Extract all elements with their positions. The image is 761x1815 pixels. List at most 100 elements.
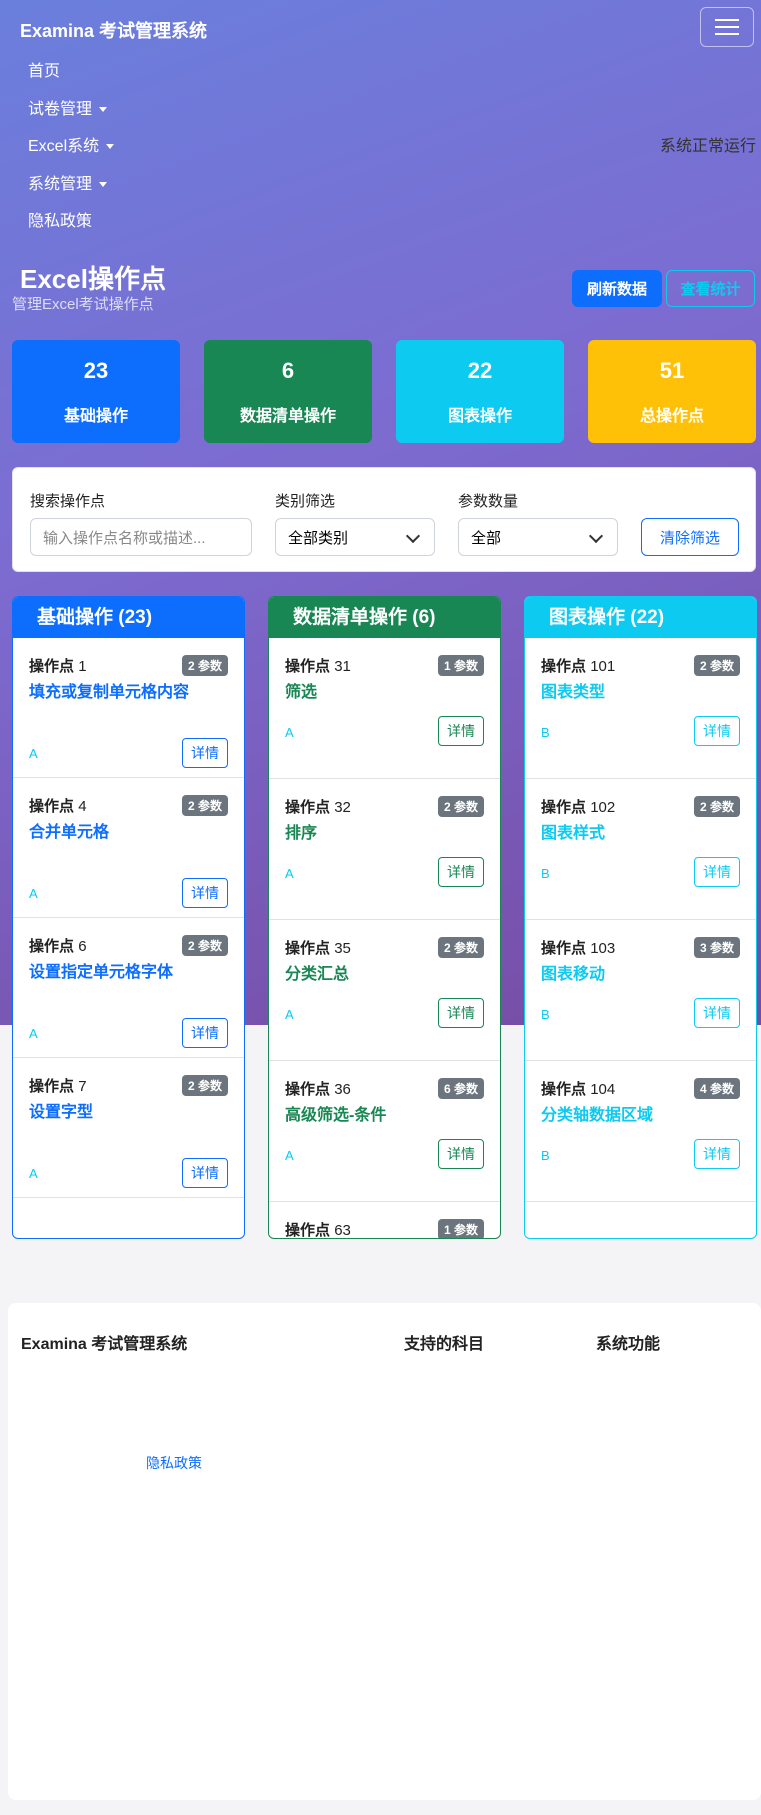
footer-privacy-link[interactable]: 隐私政策 xyxy=(146,1453,202,1473)
column-header: 数据清单操作 (6) xyxy=(269,597,500,638)
params-badge: 2 参数 xyxy=(437,796,484,817)
stat-value: 22 xyxy=(467,358,493,383)
search-input[interactable]: 输入操作点名称或描述... xyxy=(30,518,252,556)
operation-prefix: 操作点 xyxy=(29,658,75,675)
params-badge: 3 参数 xyxy=(693,937,740,958)
nav-system[interactable]: 系统管理 xyxy=(28,170,108,194)
operation-name: 合并单元格 xyxy=(29,824,110,841)
detail-button[interactable]: 详情 xyxy=(438,857,484,887)
operation-code: 操作点 31 xyxy=(285,655,351,676)
view-stats-button[interactable]: 查看统计 xyxy=(666,270,755,307)
operation-card: 操作点 104 4 参数 分类轴数据区域 B 详情 xyxy=(525,1061,756,1202)
operation-code: 操作点 1 xyxy=(29,655,87,676)
system-status-text: 系统正常运行 xyxy=(660,138,757,155)
operation-card: 操作点 4 2 参数 合并单元格 A 详情 xyxy=(13,778,244,918)
operation-prefix: 操作点 xyxy=(541,658,587,675)
params-badge: 2 参数 xyxy=(181,795,228,816)
operation-code: 操作点 32 xyxy=(285,796,351,817)
stat-label: 总操作点 xyxy=(639,408,704,425)
detail-button[interactable]: 详情 xyxy=(694,1139,740,1169)
page-subtitle: 管理Excel考试操作点 xyxy=(12,296,154,313)
detail-button[interactable]: 详情 xyxy=(182,738,228,768)
operation-prefix: 操作点 xyxy=(285,799,331,816)
stat-label: 图表操作 xyxy=(447,408,512,425)
stat-card-data-list: 6 数据清单操作 xyxy=(204,340,372,443)
stat-card-total: 51 总操作点 xyxy=(588,340,756,443)
operation-card: 操作点 7 2 参数 设置字型 A 详情 xyxy=(13,1058,244,1198)
params-badge: 6 参数 xyxy=(437,1078,484,1099)
nav-privacy[interactable]: 隐私政策 xyxy=(28,207,92,231)
refresh-button[interactable]: 刷新数据 xyxy=(572,270,662,307)
operation-prefix: 操作点 xyxy=(541,799,587,816)
params-badge: 2 参数 xyxy=(693,655,740,676)
operation-name: 填充或复制单元格内容 xyxy=(29,684,190,701)
params-badge: 2 参数 xyxy=(437,937,484,958)
nav-excel[interactable]: Excel系统 xyxy=(28,132,115,156)
brand-logo[interactable]: Examina 考试管理系统 xyxy=(20,17,207,43)
params-badge: 1 参数 xyxy=(437,1219,484,1238)
operation-code: 操作点 104 xyxy=(541,1078,615,1099)
operation-card: 操作点 101 2 参数图表类型 B 详情 xyxy=(525,638,756,779)
params-select[interactable]: 全部 xyxy=(458,518,618,556)
operation-column: 数据清单操作 (6) 操作点 31 1 参数 筛选 A 详情 操作点 32 2 参数 排序 A 详情… xyxy=(268,596,501,1239)
filter-card: 搜索操作点 输入操作点名称或描述... 类别筛选 全部类别 参数数量 全部 清除… xyxy=(12,467,756,572)
operation-prefix: 操作点 xyxy=(285,1222,331,1239)
operation-name: 分类轴数据区域 xyxy=(541,1107,654,1124)
operation-category: B xyxy=(541,725,550,740)
operation-code: 操作点 7 xyxy=(29,1075,87,1096)
stat-label: 数据清单操作 xyxy=(239,408,336,425)
nav-papers[interactable]: 试卷管理 xyxy=(28,95,108,119)
detail-button[interactable]: 详情 xyxy=(182,1018,228,1048)
operation-name: 筛选 xyxy=(285,684,318,701)
operation-name: 设置指定单元格字体 xyxy=(29,964,174,981)
params-label: 参数数量 xyxy=(458,493,519,510)
footer-features-heading: 系统功能 xyxy=(596,1336,661,1353)
chevron-down-icon xyxy=(588,528,604,544)
stat-value: 23 xyxy=(83,358,109,383)
params-badge: 1 参数 xyxy=(437,655,484,676)
operation-prefix: 操作点 xyxy=(285,658,331,675)
detail-button[interactable]: 详情 xyxy=(438,998,484,1028)
navbar-toggle-button[interactable] xyxy=(700,7,754,47)
page-title: Excel操作点 xyxy=(20,264,166,294)
operation-number: 101 xyxy=(590,658,616,675)
detail-button[interactable]: 详情 xyxy=(182,1158,228,1188)
operation-code: 操作点 6 xyxy=(29,935,87,956)
operation-number: 32 xyxy=(334,799,351,816)
operation-name: 排序 xyxy=(285,825,318,842)
operation-code: 操作点 103 xyxy=(541,937,615,958)
detail-button[interactable]: 详情 xyxy=(694,716,740,746)
clear-filter-button[interactable]: 清除筛选 xyxy=(641,518,739,556)
operation-prefix: 操作点 xyxy=(29,1078,75,1095)
operation-name: 设置字型 xyxy=(29,1104,94,1121)
category-label: 类别筛选 xyxy=(275,493,336,510)
operation-category: B xyxy=(541,1007,550,1022)
caret-down-icon xyxy=(99,107,108,113)
operation-card: 操作点 102 2 参数 图表样式 B 详情 xyxy=(525,779,756,920)
footer: Examina 考试管理系统 支持的科目 系统功能 隐私政策 xyxy=(8,1303,761,1800)
column-header: 基础操作 (23) xyxy=(13,597,244,638)
operation-name: 图表类型 xyxy=(541,684,606,701)
operation-category: A xyxy=(29,886,38,901)
operation-number: 63 xyxy=(334,1222,351,1239)
operation-number: 102 xyxy=(590,799,616,816)
operation-name: 分类汇总 xyxy=(285,966,350,983)
detail-button[interactable]: 详情 xyxy=(694,998,740,1028)
nav-home[interactable]: 首页 xyxy=(28,57,60,81)
stat-value: 51 xyxy=(659,358,685,383)
params-select-value: 全部 xyxy=(471,529,502,547)
category-select[interactable]: 全部类别 xyxy=(275,518,435,556)
operation-card: 操作点 103 3 参数图表移动 B 详情 xyxy=(525,920,756,1061)
search-label: 搜索操作点 xyxy=(30,493,106,510)
operation-category: A xyxy=(285,1148,294,1163)
footer-subjects-heading: 支持的科目 xyxy=(404,1336,485,1353)
detail-button[interactable]: 详情 xyxy=(694,857,740,887)
operation-card: 操作点 32 2 参数 排序 A 详情 xyxy=(269,779,500,920)
operation-number: 103 xyxy=(590,940,616,957)
detail-button[interactable]: 详情 xyxy=(182,878,228,908)
detail-button[interactable]: 详情 xyxy=(438,716,484,746)
operation-prefix: 操作点 xyxy=(285,940,331,957)
detail-button[interactable]: 详情 xyxy=(438,1139,484,1169)
operation-card: 操作点 6 2 参数 设置指定单元格字体 A 详情 xyxy=(13,918,244,1058)
operation-name: 图表移动 xyxy=(541,966,606,983)
